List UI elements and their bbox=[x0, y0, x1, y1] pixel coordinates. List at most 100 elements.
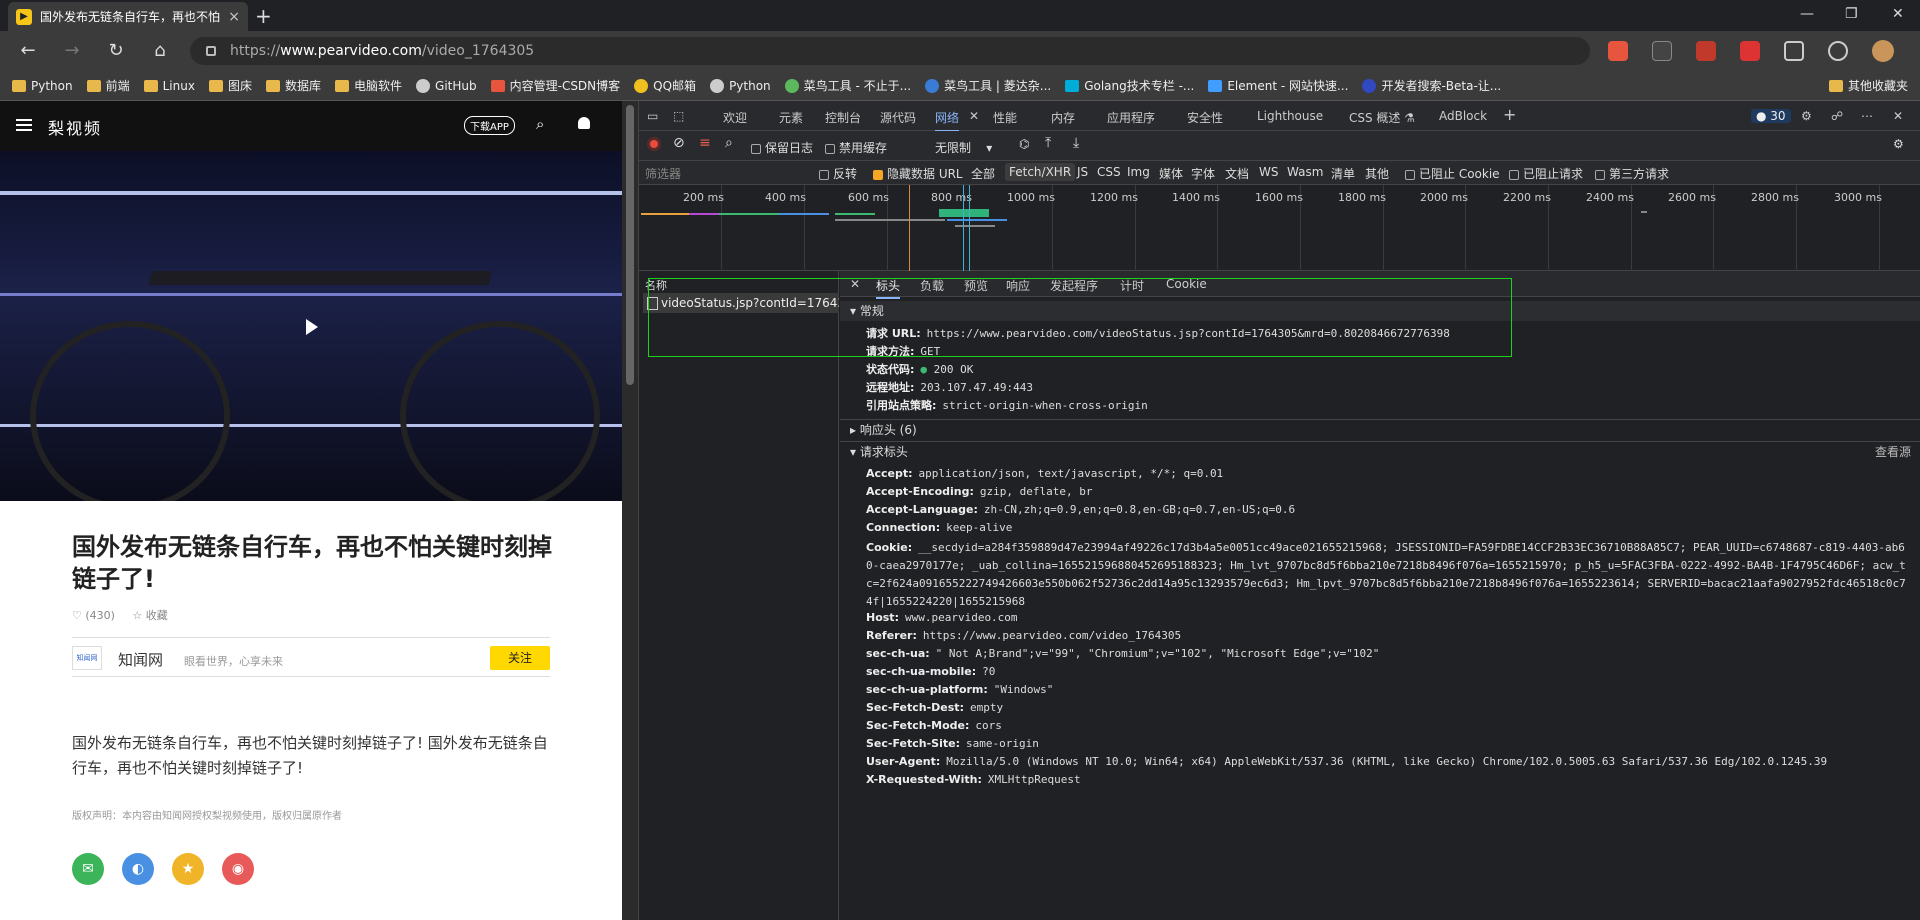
filter-input[interactable]: 筛选器 bbox=[645, 165, 805, 182]
close-tab-icon[interactable]: ✕ bbox=[969, 109, 979, 123]
bookmark-item[interactable]: 开发者搜索-Beta-让... bbox=[1362, 77, 1501, 94]
response-headers-section-header[interactable]: ▸ 响应头 (6) bbox=[840, 419, 1920, 439]
source-name[interactable]: 知闻网 bbox=[118, 649, 163, 670]
restore-button[interactable]: ❐ bbox=[1845, 6, 1858, 22]
filter-other[interactable]: 其他 bbox=[1365, 165, 1389, 182]
new-tab-button[interactable]: + bbox=[255, 4, 272, 28]
filter-js[interactable]: JS bbox=[1077, 165, 1088, 179]
settings-icon[interactable]: ⚙ bbox=[1801, 109, 1812, 123]
preserve-log-checkbox[interactable]: 保留日志 bbox=[751, 139, 813, 156]
bookmark-item[interactable]: QQ邮箱 bbox=[634, 77, 696, 94]
blocked-cookies-checkbox[interactable]: 已阻止 Cookie bbox=[1405, 165, 1500, 182]
throttle-select[interactable]: 无限制 ▾ bbox=[935, 139, 992, 156]
download-app-button[interactable]: 下载APP bbox=[464, 116, 515, 135]
filter-font[interactable]: 字体 bbox=[1191, 165, 1215, 182]
source-logo[interactable]: 知闻网 bbox=[72, 646, 102, 670]
hide-data-url-checkbox[interactable]: 隐藏数据 URL bbox=[873, 165, 963, 182]
scrollbar-thumb[interactable] bbox=[626, 105, 634, 385]
filter-manifest[interactable]: 清单 bbox=[1331, 165, 1355, 182]
checkbox[interactable] bbox=[1509, 169, 1519, 180]
tab-elements[interactable]: 元素 bbox=[779, 109, 803, 126]
extension-icon[interactable] bbox=[1652, 41, 1672, 61]
filter-fetch-xhr[interactable]: Fetch/XHR bbox=[1005, 163, 1076, 181]
disable-cache-checkbox[interactable]: 禁用缓存 bbox=[825, 139, 887, 156]
bookmark-item[interactable]: Python bbox=[710, 78, 771, 93]
export-har-icon[interactable]: ⤓ bbox=[1073, 135, 1079, 151]
user-icon[interactable] bbox=[578, 117, 590, 129]
bookmark-item[interactable]: 菜鸟工具 - 不止于... bbox=[784, 77, 911, 94]
url-input[interactable]: https://www.pearvideo.com/video_1764305 bbox=[190, 37, 1590, 65]
qq-share-icon[interactable]: ◐ bbox=[122, 853, 154, 885]
adblock-icon[interactable] bbox=[1740, 41, 1760, 61]
filter-all[interactable]: 全部 bbox=[971, 165, 995, 182]
checkbox[interactable] bbox=[819, 169, 829, 180]
extension-icon[interactable] bbox=[1608, 41, 1628, 61]
tab-memory[interactable]: 内存 bbox=[1051, 109, 1075, 126]
weibo-share-icon[interactable]: ◉ bbox=[222, 853, 254, 885]
bookmark-item[interactable]: 前端 bbox=[86, 77, 130, 94]
tab-adblock[interactable]: AdBlock bbox=[1439, 109, 1487, 123]
video-player[interactable] bbox=[0, 151, 622, 501]
home-icon[interactable]: ⌂ bbox=[148, 40, 172, 61]
site-logo[interactable]: 梨视频 bbox=[48, 115, 102, 139]
bookmark-item[interactable]: Linux bbox=[143, 79, 195, 93]
search-icon[interactable]: ⌕ bbox=[725, 135, 733, 151]
tab-performance[interactable]: 性能 bbox=[993, 109, 1017, 126]
tab-css-overview[interactable]: CSS 概述 ⚗ bbox=[1349, 109, 1415, 126]
record-icon[interactable] bbox=[647, 137, 661, 151]
bookmark-item[interactable]: Golang技术专栏 -... bbox=[1065, 77, 1194, 94]
checkbox[interactable] bbox=[825, 143, 835, 154]
bookmark-item[interactable]: 数据库 bbox=[265, 77, 321, 94]
network-overview[interactable]: 200 ms 400 ms 600 ms 800 ms 1000 ms 1200… bbox=[639, 185, 1920, 271]
checkbox[interactable] bbox=[1405, 169, 1415, 180]
minimize-button[interactable]: — bbox=[1800, 6, 1814, 22]
inspect-icon[interactable]: ⬚ bbox=[673, 109, 684, 123]
bookmark-item[interactable]: 内容管理-CSDN博客 bbox=[490, 77, 620, 94]
like-count[interactable]: ♡ (430) bbox=[72, 609, 115, 622]
bookmark-item[interactable]: GitHub bbox=[416, 78, 477, 93]
tab-sources[interactable]: 源代码 bbox=[880, 109, 916, 126]
device-toolbar-icon[interactable]: ▭ bbox=[647, 109, 658, 123]
browser-tab[interactable]: ▶ 国外发布无链条自行车，再也不怕 × bbox=[8, 2, 248, 31]
follow-button[interactable]: 关注 bbox=[490, 646, 550, 670]
filter-doc[interactable]: 文档 bbox=[1225, 165, 1249, 182]
avatar[interactable] bbox=[1872, 40, 1894, 62]
filter-wasm[interactable]: Wasm bbox=[1287, 165, 1323, 179]
filter-icon[interactable]: ≡ bbox=[699, 135, 711, 151]
blocked-requests-checkbox[interactable]: 已阻止请求 bbox=[1509, 165, 1583, 182]
qzone-share-icon[interactable]: ★ bbox=[172, 853, 204, 885]
checkbox[interactable] bbox=[1595, 169, 1605, 180]
tab-network[interactable]: 网络 bbox=[935, 109, 960, 132]
play-icon[interactable] bbox=[306, 319, 318, 335]
more-tabs-icon[interactable]: + bbox=[1503, 105, 1516, 124]
filter-img[interactable]: Img bbox=[1127, 165, 1150, 179]
clear-icon[interactable]: ⊘ bbox=[673, 135, 685, 151]
feedback-icon[interactable]: ☍ bbox=[1831, 109, 1843, 123]
page-scrollbar[interactable] bbox=[622, 101, 638, 920]
back-icon[interactable]: ← bbox=[16, 40, 40, 61]
third-party-checkbox[interactable]: 第三方请求 bbox=[1595, 165, 1669, 182]
forward-icon[interactable]: → bbox=[60, 40, 84, 61]
bookmark-item[interactable]: 图床 bbox=[208, 77, 252, 94]
invert-checkbox[interactable]: 反转 bbox=[819, 165, 857, 182]
tab-close-icon[interactable]: × bbox=[228, 9, 240, 25]
import-har-icon[interactable]: ⤒ bbox=[1045, 135, 1051, 151]
request-headers-section-header[interactable]: ▾ 请求标头 查看源 bbox=[840, 441, 1920, 461]
tab-lighthouse[interactable]: Lighthouse bbox=[1257, 109, 1323, 123]
issues-badge[interactable]: ● 30 bbox=[1751, 109, 1791, 123]
other-bookmarks[interactable]: 其他收藏夹 bbox=[1828, 77, 1908, 94]
search-icon[interactable]: ⌕ bbox=[536, 115, 544, 133]
filter-ws[interactable]: WS bbox=[1259, 165, 1278, 179]
more-options-icon[interactable]: ⋯ bbox=[1861, 109, 1873, 123]
network-conditions-icon[interactable]: ⌬ bbox=[1019, 137, 1029, 151]
tab-welcome[interactable]: 欢迎 bbox=[723, 109, 747, 126]
refresh-icon[interactable]: ↻ bbox=[104, 40, 128, 61]
close-window-button[interactable]: ✕ bbox=[1892, 6, 1904, 22]
filter-media[interactable]: 媒体 bbox=[1159, 165, 1183, 182]
bookmark-item[interactable]: 电脑软件 bbox=[335, 77, 402, 94]
tab-security[interactable]: 安全性 bbox=[1187, 109, 1223, 126]
bookmark-item[interactable]: 菜鸟工具 | 菱达杂... bbox=[925, 77, 1051, 94]
tab-application[interactable]: 应用程序 bbox=[1107, 109, 1155, 126]
network-settings-icon[interactable]: ⚙ bbox=[1893, 137, 1904, 151]
extension-icon[interactable] bbox=[1696, 41, 1716, 61]
